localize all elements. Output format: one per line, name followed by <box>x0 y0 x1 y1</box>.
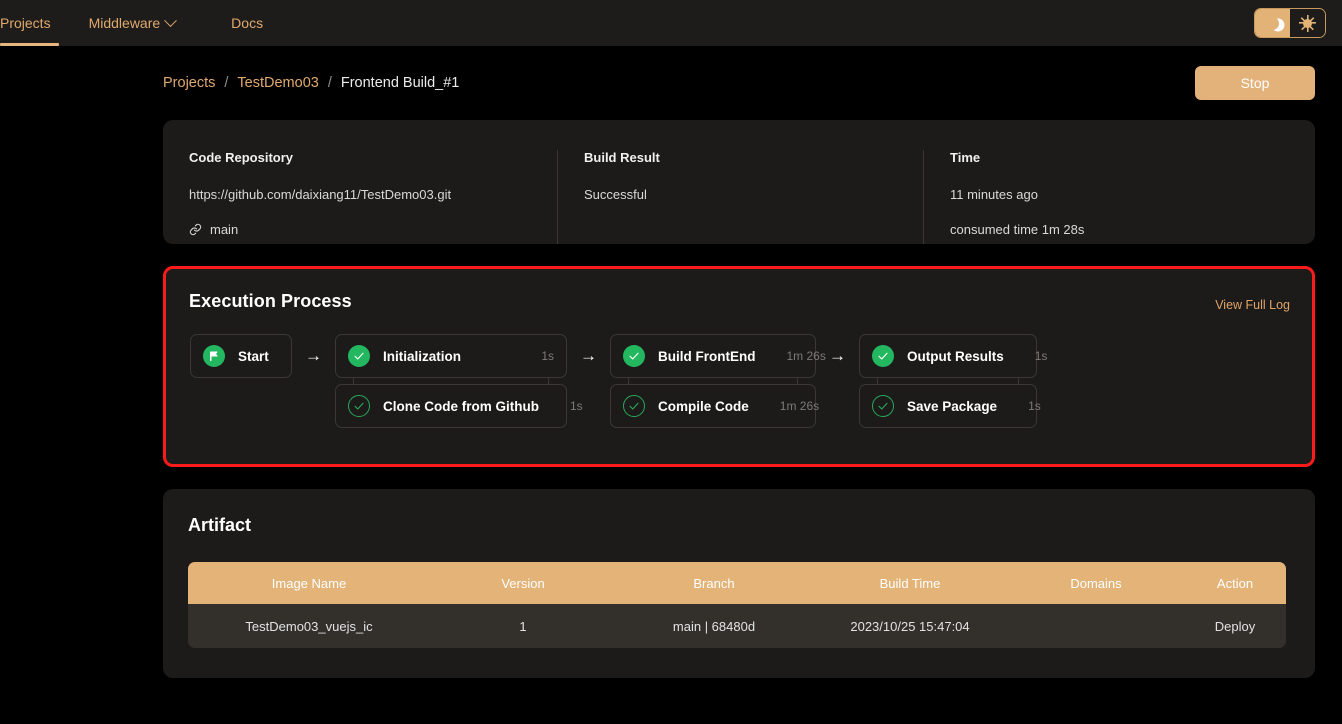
branch-name: main <box>210 222 239 237</box>
build-result-column: Build Result Successful <box>557 150 923 244</box>
time-relative: 11 minutes ago <box>950 187 1038 202</box>
build-result-value: Successful <box>584 187 647 202</box>
pipeline-step-label: Compile Code <box>658 398 749 414</box>
column-image-name: Image Name <box>188 562 430 604</box>
theme-toggle-dark[interactable] <box>1255 9 1290 37</box>
pipeline-stage-output-results: Output Results 1s Save Package 1s <box>859 334 1047 428</box>
pipeline-start-label: Start <box>238 348 269 364</box>
pipeline-step-save-package[interactable]: Save Package 1s <box>859 384 1041 428</box>
check-circle-filled-icon <box>623 345 645 367</box>
pipeline-arrow-3: → <box>829 346 846 365</box>
artifact-table-body: TestDemo03_vuejs_ic 1 main | 68480d 2023… <box>188 604 1286 648</box>
branch-row: main <box>189 222 531 237</box>
time-consumed: consumed time 1m 28s <box>950 222 1085 237</box>
cell-version: 1 <box>430 604 616 648</box>
code-repository-column: Code Repository https://github.com/daixi… <box>163 150 557 244</box>
deploy-link[interactable]: Deploy <box>1184 604 1286 648</box>
cell-branch: main | 68480d <box>616 604 812 648</box>
top-navigation-bar: Projects Middleware Docs <box>0 0 1342 46</box>
flag-icon <box>203 345 225 367</box>
nav-item-docs-label: Docs <box>231 15 264 31</box>
pipeline-step-label: Clone Code from Github <box>383 398 539 414</box>
breadcrumb-item-current: Frontend Build_#1 <box>340 75 460 91</box>
pipeline-step-duration: 1s <box>1028 399 1041 413</box>
pipeline-step-initialization[interactable]: Initialization 1s <box>335 334 567 378</box>
pipeline-step-label: Output Results <box>907 348 1004 364</box>
pipeline-step-output-results[interactable]: Output Results 1s <box>859 334 1047 378</box>
table-row: TestDemo03_vuejs_ic 1 main | 68480d 2023… <box>188 604 1286 648</box>
breadcrumb-separator: / <box>327 75 332 91</box>
branch-link-icon <box>189 223 202 236</box>
theme-toggle-light[interactable] <box>1290 9 1325 37</box>
breadcrumb-item-testdemo03[interactable]: TestDemo03 <box>237 75 318 91</box>
check-circle-outline-icon <box>348 395 370 417</box>
nav-items: Projects Middleware Docs <box>0 0 263 46</box>
check-circle-outline-icon <box>623 395 645 417</box>
breadcrumb-separator: / <box>224 75 229 91</box>
table-header-row: Image Name Version Branch Build Time Dom… <box>188 562 1286 604</box>
column-domains: Domains <box>1008 562 1184 604</box>
pipeline-step-duration: 1m 26s <box>786 349 826 363</box>
pipeline-step-duration: 1m 26s <box>779 399 820 413</box>
pipeline-step-duration: 1s <box>570 399 583 413</box>
pipeline-arrow-1: → <box>305 346 322 365</box>
pipeline-step-label: Initialization <box>383 348 462 364</box>
time-column: Time 11 minutes ago consumed time 1m 28s <box>923 150 1315 244</box>
pipeline-arrow-2: → <box>580 346 597 365</box>
chevron-down-icon <box>164 13 178 27</box>
breadcrumb: Projects / TestDemo03 / Frontend Build_#… <box>163 75 459 91</box>
artifact-card: Artifact Image Name Version Branch Build… <box>163 489 1315 678</box>
column-branch: Branch <box>616 562 812 604</box>
build-result-title: Build Result <box>584 150 660 165</box>
nav-item-middleware[interactable]: Middleware <box>88 0 178 46</box>
nav-item-docs[interactable]: Docs <box>231 0 263 46</box>
check-circle-outline-icon <box>872 395 894 417</box>
pipeline-stage-build-frontend: Build FrontEnd 1m 26s Compile Code 1m 26… <box>610 334 826 428</box>
check-circle-filled-icon <box>872 345 894 367</box>
cell-build-time: 2023/10/25 15:47:04 <box>812 604 1008 648</box>
build-summary-card: Code Repository https://github.com/daixi… <box>163 120 1315 244</box>
column-build-time: Build Time <box>812 562 1008 604</box>
theme-toggle[interactable] <box>1254 8 1326 38</box>
page-header: Projects / TestDemo03 / Frontend Build_#… <box>26 46 1316 120</box>
pipeline: Start → Initialization 1s Clone Code fro… <box>166 312 1312 428</box>
pipeline-step-build-frontend[interactable]: Build FrontEnd 1m 26s <box>610 334 826 378</box>
artifact-title: Artifact <box>188 515 252 535</box>
stop-button[interactable]: Stop <box>1195 66 1315 100</box>
pipeline-step-duration: 1s <box>1034 349 1048 363</box>
time-title: Time <box>950 150 981 165</box>
artifact-table: Image Name Version Branch Build Time Dom… <box>188 562 1286 648</box>
view-full-log-link[interactable]: View Full Log <box>1215 291 1290 312</box>
pipeline-step-clone-code[interactable]: Clone Code from Github 1s <box>335 384 583 428</box>
breadcrumb-item-projects[interactable]: Projects <box>163 75 215 91</box>
sun-icon <box>1299 14 1316 32</box>
column-action: Action <box>1184 562 1286 604</box>
pipeline-stage-initialization: Initialization 1s Clone Code from Github… <box>335 334 583 428</box>
moon-icon <box>1264 14 1282 32</box>
execution-process-card: Execution Process View Full Log Start → <box>163 266 1315 467</box>
page-content: Projects / TestDemo03 / Frontend Build_#… <box>0 46 1342 678</box>
nav-item-middleware-label: Middleware <box>88 15 161 31</box>
artifact-table-head: Image Name Version Branch Build Time Dom… <box>188 562 1286 604</box>
execution-process-header: Execution Process View Full Log <box>166 291 1312 312</box>
cell-domains <box>1008 604 1184 648</box>
nav-item-projects-label: Projects <box>0 15 51 31</box>
execution-process-title: Execution Process <box>189 291 352 311</box>
code-repository-url: https://github.com/daixiang11/TestDemo03… <box>189 187 452 202</box>
pipeline-step-duration: 1s <box>541 349 554 363</box>
nav-item-projects[interactable]: Projects <box>0 0 65 46</box>
pipeline-start-node[interactable]: Start <box>190 334 292 378</box>
column-version: Version <box>430 562 616 604</box>
pipeline-step-compile-code[interactable]: Compile Code 1m 26s <box>610 384 820 428</box>
code-repository-title: Code Repository <box>189 150 294 165</box>
check-circle-filled-icon <box>348 345 370 367</box>
cell-image-name: TestDemo03_vuejs_ic <box>188 604 430 648</box>
pipeline-step-label: Save Package <box>907 398 998 414</box>
pipeline-step-label: Build FrontEnd <box>658 348 756 364</box>
